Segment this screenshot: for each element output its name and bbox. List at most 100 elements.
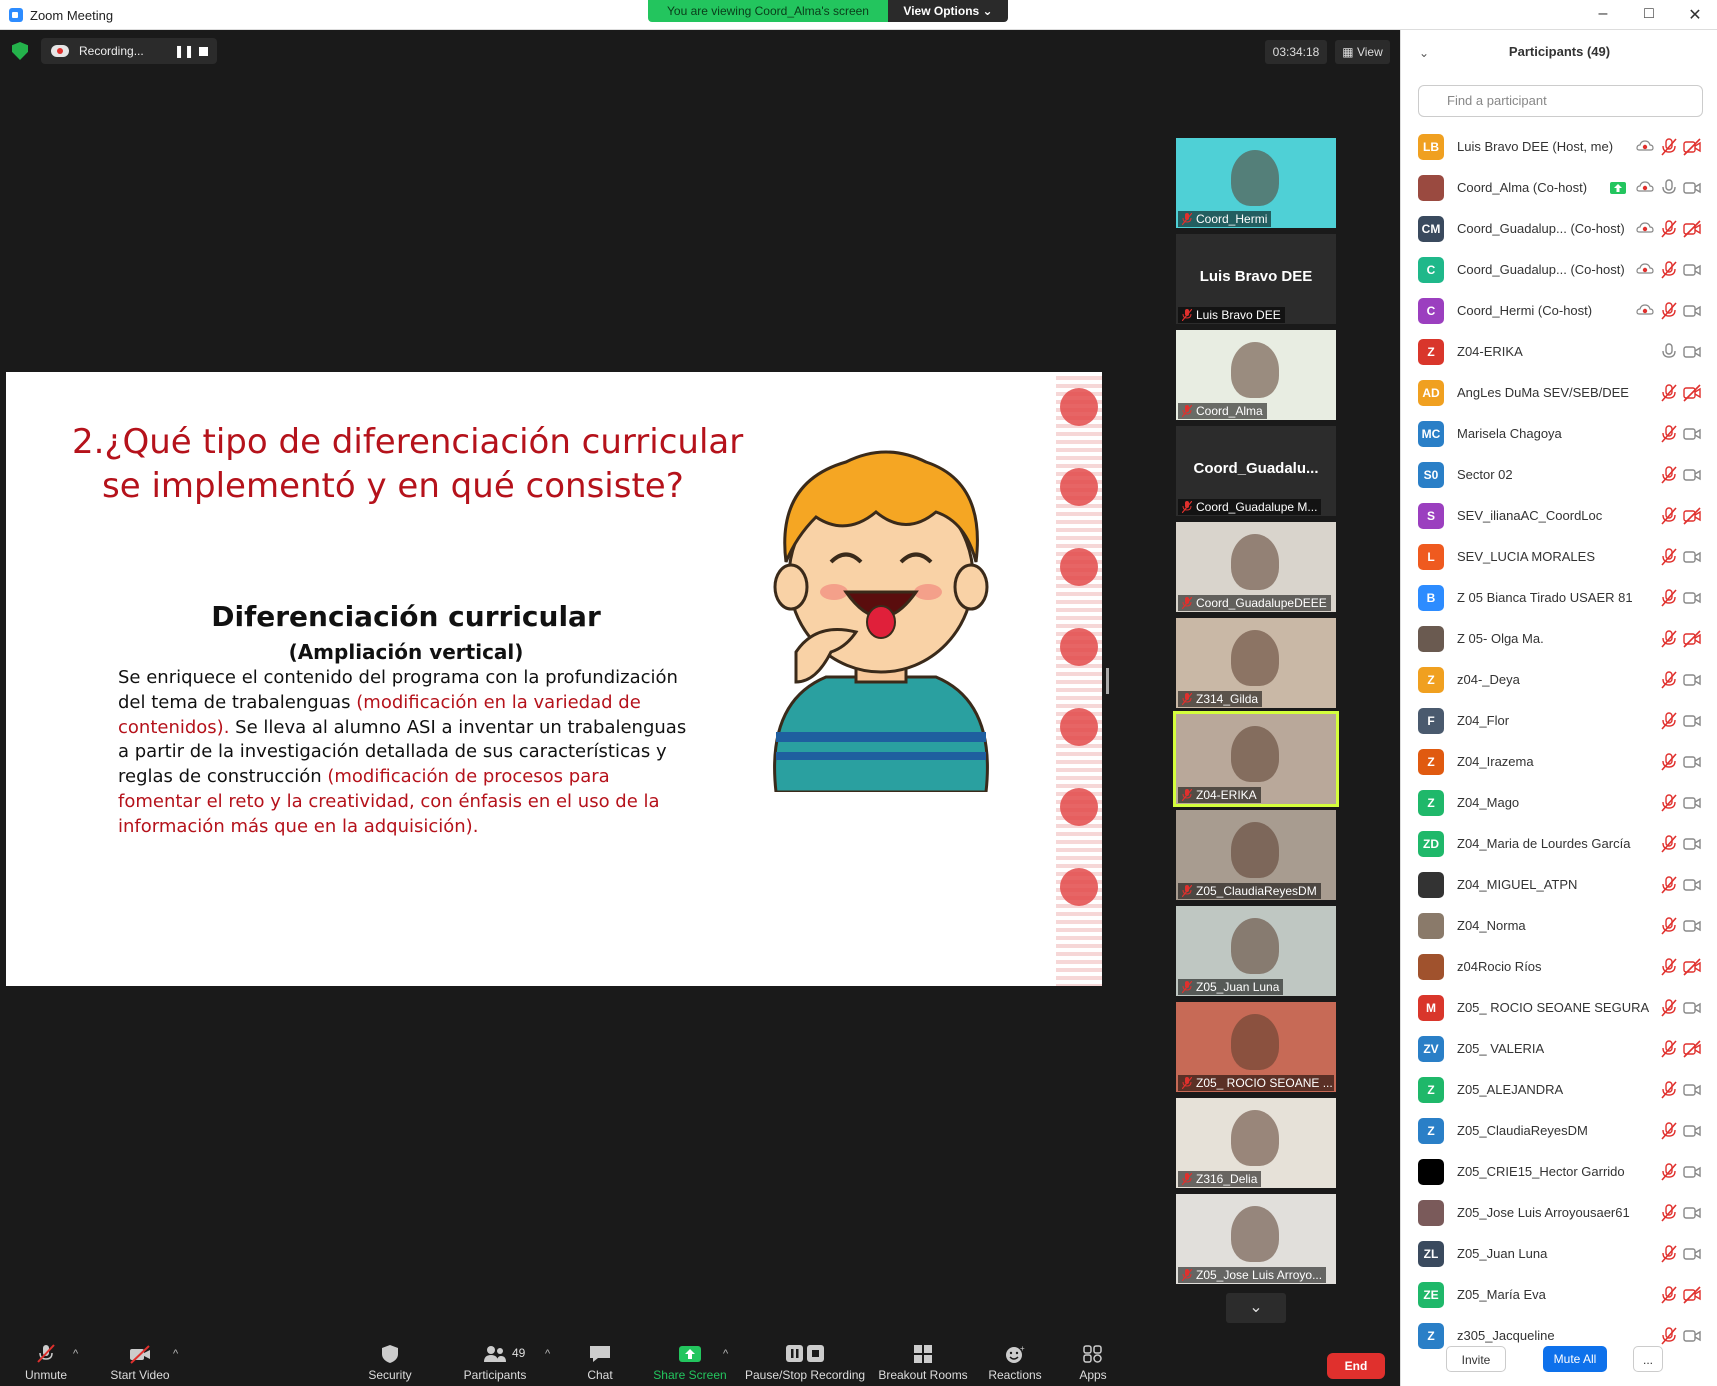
video-options-caret-icon[interactable]: ^ — [173, 1348, 178, 1360]
camera-icon[interactable] — [1683, 794, 1701, 812]
mic-muted-icon[interactable] — [1660, 712, 1678, 730]
share-screen-button[interactable]: Share Screen — [650, 1336, 730, 1386]
participant-row[interactable]: C Coord_Guadalup... (Co-host) — [1401, 250, 1717, 291]
maximize-button[interactable]: □ — [1634, 5, 1664, 23]
mic-muted-icon[interactable] — [1660, 1245, 1678, 1263]
recording-icon[interactable] — [1636, 138, 1654, 156]
camera-off-icon[interactable] — [1683, 220, 1701, 238]
mic-muted-icon[interactable] — [1660, 1081, 1678, 1099]
camera-icon[interactable] — [1683, 261, 1701, 279]
breakout-rooms-button[interactable]: Breakout Rooms — [878, 1336, 968, 1386]
recording-icon[interactable] — [1636, 179, 1654, 197]
video-tile[interactable]: Z05_ ROCIO SEOANE ... — [1176, 1002, 1336, 1092]
camera-off-icon[interactable] — [1683, 630, 1701, 648]
view-layout-button[interactable]: ▦ View — [1335, 40, 1390, 64]
camera-icon[interactable] — [1683, 1245, 1701, 1263]
participant-row[interactable]: ZE Z05_María Eva — [1401, 1275, 1717, 1316]
participant-row[interactable]: MC Marisela Chagoya — [1401, 414, 1717, 455]
participant-row[interactable]: B Z 05 Bianca Tirado USAER 81 — [1401, 578, 1717, 619]
split-view-handle[interactable] — [1106, 668, 1109, 694]
video-tile[interactable]: Coord_GuadalupeDEEE — [1176, 522, 1336, 612]
mic-muted-icon[interactable] — [1660, 671, 1678, 689]
video-tile[interactable]: Z314_Gilda — [1176, 618, 1336, 708]
security-button[interactable]: Security — [360, 1336, 420, 1386]
end-meeting-button[interactable]: End — [1327, 1353, 1385, 1379]
camera-icon[interactable] — [1683, 1081, 1701, 1099]
participant-row[interactable]: Z04_Norma — [1401, 906, 1717, 947]
participant-row[interactable]: Coord_Alma (Co-host) — [1401, 168, 1717, 209]
encryption-shield-icon[interactable] — [12, 42, 28, 60]
unmute-button[interactable]: Unmute — [16, 1336, 76, 1386]
camera-off-icon[interactable] — [1683, 1286, 1701, 1304]
camera-icon[interactable] — [1683, 671, 1701, 689]
camera-icon[interactable] — [1683, 712, 1701, 730]
mic-muted-icon[interactable] — [1660, 138, 1678, 156]
mic-muted-icon[interactable] — [1660, 1204, 1678, 1222]
mic-muted-icon[interactable] — [1660, 548, 1678, 566]
participant-row[interactable]: Z Z04_Mago — [1401, 783, 1717, 824]
view-options-button[interactable]: View Options ⌄ — [888, 0, 1008, 22]
participant-row[interactable]: ZD Z04_Maria de Lourdes García — [1401, 824, 1717, 865]
mic-muted-icon[interactable] — [1660, 302, 1678, 320]
camera-icon[interactable] — [1683, 1163, 1701, 1181]
mic-muted-icon[interactable] — [1660, 1163, 1678, 1181]
camera-icon[interactable] — [1683, 548, 1701, 566]
participant-row[interactable]: Zz04-_Deya — [1401, 660, 1717, 701]
participant-search-input[interactable]: Find a participant — [1418, 85, 1703, 117]
participant-row[interactable]: ZV Z05_ VALERIA — [1401, 1029, 1717, 1070]
start-video-button[interactable]: Start Video — [100, 1336, 180, 1386]
recording-icon[interactable] — [1636, 261, 1654, 279]
participant-row[interactable]: LB Luis Bravo DEE (Host, me) — [1401, 127, 1717, 168]
mic-muted-icon[interactable] — [1660, 589, 1678, 607]
camera-icon[interactable] — [1683, 179, 1701, 197]
participant-row[interactable]: z04Rocio Ríos — [1401, 947, 1717, 988]
video-tile[interactable]: Z05_Jose Luis Arroyo... — [1176, 1194, 1336, 1284]
participant-row[interactable]: Z04_MIGUEL_ATPN — [1401, 865, 1717, 906]
participant-row[interactable]: AD AngLes DuMa SEV/SEB/DEE — [1401, 373, 1717, 414]
mic-icon[interactable] — [1660, 343, 1678, 361]
pause-stop-recording-button[interactable]: Pause/Stop Recording — [745, 1336, 865, 1386]
camera-icon[interactable] — [1683, 302, 1701, 320]
video-tile[interactable]: Z316_Delia — [1176, 1098, 1336, 1188]
participant-row[interactable]: S0 Sector 02 — [1401, 455, 1717, 496]
recording-icon[interactable] — [1636, 220, 1654, 238]
participant-row[interactable]: Z Z04-ERIKA — [1401, 332, 1717, 373]
camera-icon[interactable] — [1683, 1204, 1701, 1222]
mic-muted-icon[interactable] — [1660, 999, 1678, 1017]
video-tile[interactable]: Z05_Juan Luna — [1176, 906, 1336, 996]
mic-muted-icon[interactable] — [1660, 466, 1678, 484]
audio-options-caret-icon[interactable]: ^ — [73, 1348, 78, 1360]
participant-row[interactable]: Z Z04_Irazema — [1401, 742, 1717, 783]
mute-all-button[interactable]: Mute All — [1543, 1346, 1607, 1372]
video-tile[interactable]: Z05_ClaudiaReyesDM — [1176, 810, 1336, 900]
camera-off-icon[interactable] — [1683, 507, 1701, 525]
camera-icon[interactable] — [1683, 917, 1701, 935]
mic-muted-icon[interactable] — [1660, 794, 1678, 812]
invite-button[interactable]: Invite — [1446, 1346, 1506, 1372]
mic-muted-icon[interactable] — [1660, 1040, 1678, 1058]
apps-button[interactable]: Apps — [1068, 1336, 1118, 1386]
mic-muted-icon[interactable] — [1660, 917, 1678, 935]
participants-button[interactable]: Participants — [455, 1336, 535, 1386]
video-tile[interactable]: Luis Bravo DEE Luis Bravo DEE — [1176, 234, 1336, 324]
mic-muted-icon[interactable] — [1660, 384, 1678, 402]
camera-icon[interactable] — [1683, 999, 1701, 1017]
camera-off-icon[interactable] — [1683, 138, 1701, 156]
camera-off-icon[interactable] — [1683, 384, 1701, 402]
participant-row[interactable]: CM Coord_Guadalup... (Co-host) — [1401, 209, 1717, 250]
participant-row[interactable]: M Z05_ ROCIO SEOANE SEGURA — [1401, 988, 1717, 1029]
mic-muted-icon[interactable] — [1660, 1122, 1678, 1140]
mic-muted-icon[interactable] — [1660, 425, 1678, 443]
participant-row[interactable]: Z Z05_ALEJANDRA — [1401, 1070, 1717, 1111]
participant-row[interactable]: Z05_Jose Luis Arroyousaer61 — [1401, 1193, 1717, 1234]
participant-row[interactable]: Z 05- Olga Ma. — [1401, 619, 1717, 660]
participant-row[interactable]: Z05_CRIE15_Hector Garrido — [1401, 1152, 1717, 1193]
camera-off-icon[interactable] — [1683, 958, 1701, 976]
video-tile[interactable]: Coord_Guadalu... Coord_Guadalupe M... — [1176, 426, 1336, 516]
participant-row[interactable]: L SEV_LUCIA MORALES — [1401, 537, 1717, 578]
reactions-button[interactable]: + Reactions — [985, 1336, 1045, 1386]
mic-muted-icon[interactable] — [1660, 220, 1678, 238]
chat-button[interactable]: Chat — [575, 1336, 625, 1386]
more-options-button[interactable]: ... — [1633, 1346, 1663, 1372]
camera-icon[interactable] — [1683, 589, 1701, 607]
